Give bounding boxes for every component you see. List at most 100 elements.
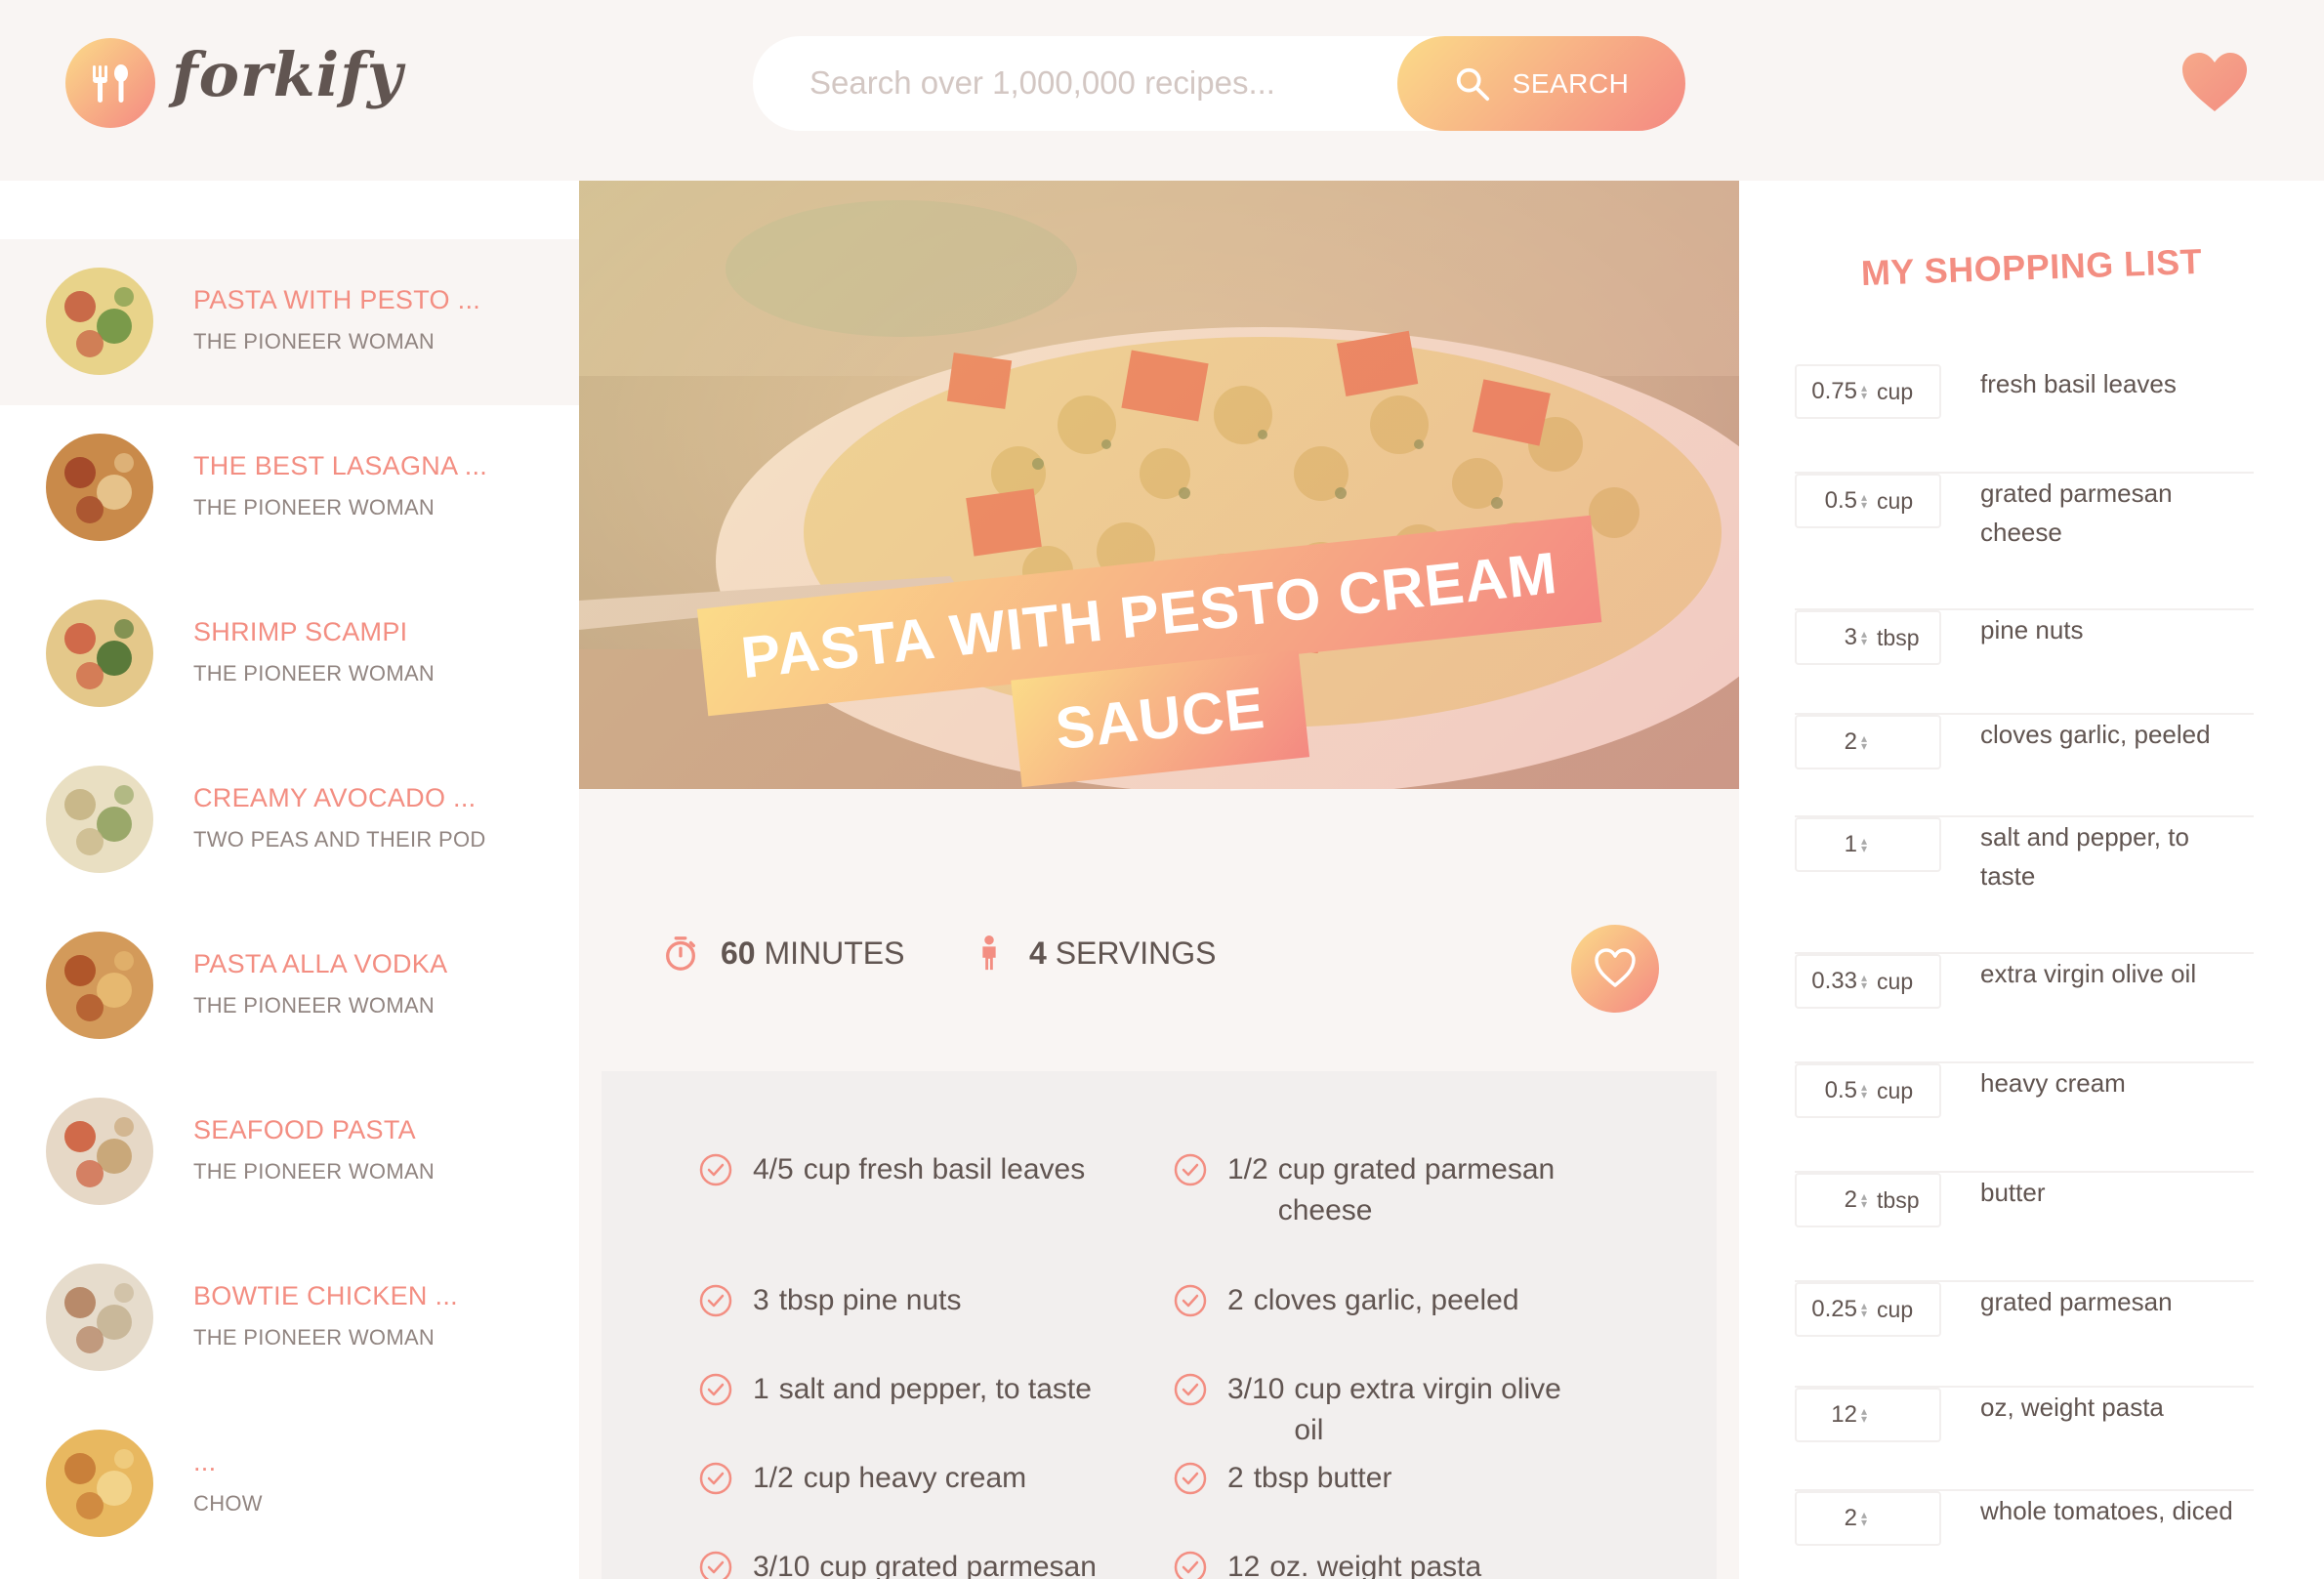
ingredient-quantity: 4/5 — [753, 1153, 794, 1185]
ingredient-item: 3 tbsp pine nuts — [698, 1280, 1118, 1321]
shopping-item-description: grated parmesan — [1980, 1287, 2173, 1316]
shopping-item: 2 ▴ ▾ whole tomatoes, diced — [1795, 1491, 2254, 1579]
shopping-item-description: oz, weight pasta — [1980, 1392, 2164, 1422]
recipe-info-servings: 4 servings — [971, 935, 1216, 972]
result-title: Bowtie Chicken ... — [193, 1281, 458, 1310]
shopping-item-unit: cup — [1877, 487, 1914, 514]
stepper-arrows-icon[interactable]: ▴ ▾ — [1861, 1300, 1867, 1319]
stepper-arrows-icon[interactable]: ▴ ▾ — [1861, 1190, 1867, 1210]
ingredient-description: cup heavy cream — [803, 1462, 1027, 1494]
shopping-item-count[interactable]: 2 ▴ ▾ — [1795, 1491, 1941, 1546]
check-icon — [699, 1373, 732, 1406]
shopping-item-unit: cup — [1877, 968, 1914, 994]
check-icon — [699, 1284, 732, 1317]
shopping-item-unit: tbsp — [1877, 624, 1920, 650]
shopping-item-description: cloves garlic, peeled — [1980, 720, 2211, 749]
result-item[interactable]: Shrimp Scampi The Pioneer Woman — [0, 571, 579, 737]
ingredient-quantity: 2 — [1227, 1284, 1244, 1316]
stepper-arrows-icon[interactable]: ▴ ▾ — [1861, 972, 1867, 991]
shopping-item-count-value[interactable]: 0.25 — [1797, 1296, 1857, 1323]
result-title: The Best Lasagna ... — [193, 451, 488, 480]
ingredient-description: cup grated parmesan cheese — [1277, 1153, 1556, 1226]
ingredient-quantity: 1 — [753, 1373, 769, 1405]
ingredient-quantity: 3/10 — [753, 1551, 810, 1579]
shopping-item-count-value[interactable]: 12 — [1797, 1401, 1857, 1429]
result-title: ... — [193, 1447, 217, 1476]
shopping-item-count-value[interactable]: 2 — [1797, 728, 1857, 756]
stepper-arrows-icon[interactable]: ▴ ▾ — [1861, 732, 1867, 752]
shopping-item-unit: cup — [1877, 378, 1914, 404]
result-item[interactable]: Pasta Alla Vodka The Pioneer Woman — [0, 903, 579, 1069]
shopping-item-count-value[interactable]: 3 — [1797, 624, 1857, 651]
shopping-item-count[interactable]: 2 ▴ ▾ — [1795, 715, 1941, 769]
shopping-item-count-value[interactable]: 0.5 — [1797, 487, 1857, 515]
shopping-item-count-value[interactable]: 0.75 — [1797, 378, 1857, 405]
stopwatch-icon — [666, 936, 695, 971]
search-input[interactable] — [809, 58, 1356, 108]
result-item[interactable]: Seafood Pasta The Pioneer Woman — [0, 1069, 579, 1235]
search-button[interactable]: Search — [1397, 36, 1685, 131]
shopping-item-description: heavy cream — [1980, 1068, 2126, 1098]
search-form: Search — [753, 36, 1685, 131]
shopping-item-count[interactable]: 0.33 ▴ ▾ cup — [1795, 954, 1941, 1009]
check-icon — [1174, 1551, 1207, 1579]
shopping-item-count[interactable]: 3 ▴ ▾ tbsp — [1795, 610, 1941, 665]
recipe-servings-label: servings — [1055, 935, 1217, 971]
shopping-item: 3 ▴ ▾ tbsp pine nuts — [1795, 610, 2254, 715]
result-author: Chow — [193, 1491, 263, 1516]
stepper-arrows-icon[interactable]: ▴ ▾ — [1861, 835, 1867, 854]
ingredient-item: 4/5 cup fresh basil leaves — [698, 1149, 1118, 1190]
result-thumbnail — [46, 268, 153, 375]
shopping-item-description: grated parmesan cheese — [1980, 478, 2173, 547]
stepper-arrows-icon[interactable]: ▴ ▾ — [1861, 491, 1867, 511]
shopping-list: My Shopping List 0.75 ▴ ▾ cup fresh basil… — [1739, 181, 2324, 1579]
shopping-item-count-value[interactable]: 0.5 — [1797, 1077, 1857, 1104]
result-item[interactable]: Bowtie Chicken ... The Pioneer Woman — [0, 1235, 579, 1401]
result-thumbnail — [46, 1264, 153, 1371]
shopping-item: 2 ▴ ▾ cloves garlic, peeled — [1795, 715, 2254, 817]
likes-heart-icon[interactable] — [2180, 51, 2249, 113]
stepper-arrows-icon[interactable]: ▴ ▾ — [1861, 382, 1867, 401]
result-item[interactable]: Creamy Avocado ... Two Peas and Their Po… — [0, 737, 579, 903]
search-icon — [1456, 67, 1489, 101]
ingredient-description: salt and pepper, to taste — [778, 1373, 1092, 1405]
ingredient-item: 2 tbsp butter — [1173, 1458, 1593, 1499]
shopping-item-count[interactable]: 0.75 ▴ ▾ cup — [1795, 364, 1941, 419]
result-author: The Pioneer Woman — [193, 661, 436, 686]
result-item[interactable]: The Best Lasagna ... The Pioneer Woman — [0, 405, 579, 571]
shopping-item: 0.33 ▴ ▾ cup extra virgin olive oil — [1795, 954, 2254, 1063]
ingredient-quantity: 3 — [753, 1284, 769, 1316]
result-item[interactable]: ... Chow — [0, 1401, 579, 1567]
result-author: The Pioneer Woman — [193, 1325, 436, 1350]
shopping-item-count[interactable]: 0.25 ▴ ▾ cup — [1795, 1282, 1941, 1337]
shopping-item-count-value[interactable]: 2 — [1797, 1186, 1857, 1214]
logo-fork-knife-icon[interactable] — [65, 38, 155, 128]
ingredient-item: 1 salt and pepper, to taste — [698, 1369, 1118, 1410]
result-thumbnail — [46, 1430, 153, 1537]
recipe-love-button[interactable] — [1571, 925, 1659, 1013]
shopping-item-count-value[interactable]: 1 — [1797, 831, 1857, 858]
shopping-item-description: whole tomatoes, diced — [1980, 1496, 2233, 1525]
shopping-item-count[interactable]: 1 ▴ ▾ — [1795, 817, 1941, 872]
result-title: Seafood Pasta — [193, 1115, 416, 1144]
check-icon — [699, 1462, 732, 1495]
shopping-item-count[interactable]: 0.5 ▴ ▾ cup — [1795, 474, 1941, 528]
stepper-arrows-icon[interactable]: ▴ ▾ — [1861, 628, 1867, 647]
stepper-arrows-icon[interactable]: ▴ ▾ — [1861, 1405, 1867, 1425]
logo-text[interactable]: forkify — [172, 39, 403, 110]
recipe-minutes: 60 — [721, 935, 756, 971]
shopping-item-count[interactable]: 2 ▴ ▾ tbsp — [1795, 1173, 1941, 1227]
ingredient-quantity: 12 — [1227, 1551, 1261, 1579]
check-icon — [699, 1153, 732, 1186]
recipe-servings: 4 — [1029, 935, 1047, 971]
shopping-item-count[interactable]: 12 ▴ ▾ — [1795, 1388, 1941, 1442]
shopping-item-description: pine nuts — [1980, 615, 2084, 644]
result-thumbnail — [46, 434, 153, 541]
ingredient-item: 12 oz. weight pasta — [1173, 1547, 1593, 1579]
stepper-arrows-icon[interactable]: ▴ ▾ — [1861, 1081, 1867, 1101]
stepper-arrows-icon[interactable]: ▴ ▾ — [1861, 1509, 1867, 1528]
shopping-item-count-value[interactable]: 2 — [1797, 1505, 1857, 1532]
result-item[interactable]: Pasta with pesto ... The Pioneer Woman — [0, 239, 579, 405]
shopping-item-count[interactable]: 0.5 ▴ ▾ cup — [1795, 1063, 1941, 1118]
shopping-item-count-value[interactable]: 0.33 — [1797, 968, 1857, 995]
